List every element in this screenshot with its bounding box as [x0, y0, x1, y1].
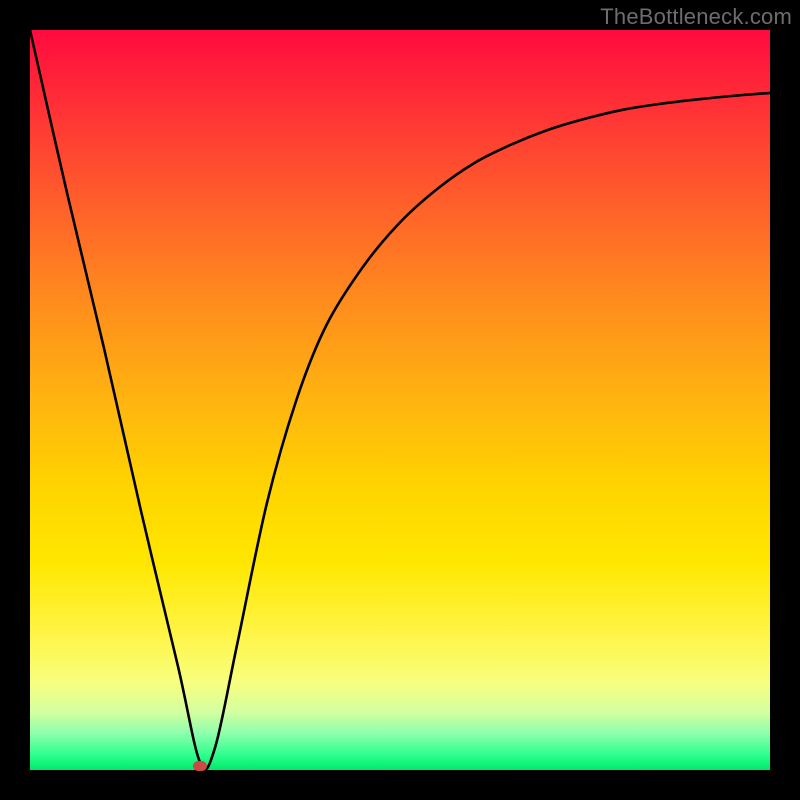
watermark-text: TheBottleneck.com [600, 4, 792, 30]
minimum-marker [193, 761, 207, 771]
chart-frame: TheBottleneck.com [0, 0, 800, 800]
bottleneck-curve [30, 30, 770, 770]
plot-area [30, 30, 770, 770]
